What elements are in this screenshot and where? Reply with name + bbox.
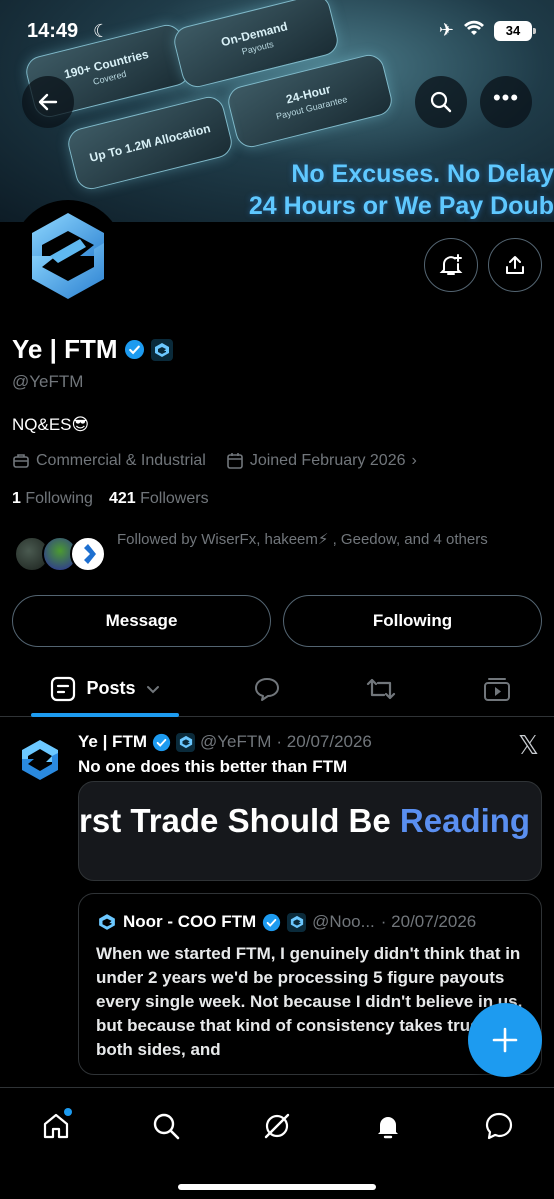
tab-reposts[interactable] <box>356 660 406 717</box>
followers-link[interactable]: 421 Followers <box>109 490 209 508</box>
status-bar: 14:49 ☾ ✈ 34 <box>0 0 554 62</box>
message-button[interactable]: Message <box>12 595 271 647</box>
chat-icon <box>485 1112 513 1140</box>
nav-home[interactable] <box>36 1106 76 1146</box>
wifi-icon <box>463 20 485 41</box>
nav-messages[interactable] <box>479 1106 519 1146</box>
post-link-card[interactable]: rst Trade Should Be Reading <box>78 781 542 881</box>
quoted-author-name: Noor - COO FTM <box>123 912 257 931</box>
nav-grok[interactable] <box>257 1106 297 1146</box>
avatar[interactable] <box>12 200 124 312</box>
affiliate-logo-icon <box>287 912 307 932</box>
airplane-icon: ✈ <box>438 20 454 40</box>
post-date: · 20/07/2026 <box>276 732 372 751</box>
post-author-handle: @YeFTM <box>200 732 272 751</box>
profile-joined: Joined February 2026 <box>249 452 406 469</box>
verified-badge-icon <box>263 913 281 931</box>
tab-posts-label: Posts <box>86 678 136 698</box>
affiliate-logo-icon[interactable] <box>150 338 173 361</box>
more-button[interactable]: ••• <box>480 76 532 128</box>
media-icon <box>484 677 510 701</box>
nav-notifications[interactable] <box>368 1106 408 1146</box>
plus-icon <box>492 1027 518 1053</box>
calendar-icon <box>227 453 243 469</box>
follow-stats: 1 Following 421 Followers <box>12 490 209 508</box>
quoted-post-header: Noor - COO FTM @Noo... · 20/07/2026 <box>97 912 476 932</box>
following-link[interactable]: 1 Following <box>12 490 93 508</box>
profile-meta: Commercial & Industrial Joined February … <box>12 452 417 470</box>
share-button[interactable] <box>488 238 542 292</box>
banner-headline-1: No Excuses. No Delay <box>291 160 554 188</box>
profile-bio: NQ&ES😎 <box>12 415 90 434</box>
profile-name-text: Ye | FTM <box>12 334 118 364</box>
ftm-logo-icon <box>22 740 58 780</box>
home-indicator <box>178 1184 376 1190</box>
tab-replies[interactable] <box>242 660 292 717</box>
back-button[interactable] <box>22 76 74 128</box>
notification-subscribe-button[interactable] <box>424 238 478 292</box>
following-button[interactable]: Following <box>283 595 542 647</box>
avatar <box>70 536 106 572</box>
battery-icon: 34 <box>494 20 536 41</box>
arrow-left-icon <box>38 93 58 111</box>
more-icon: ••• <box>492 85 520 110</box>
bell-icon <box>378 1117 398 1139</box>
post-header: Ye | FTM @YeFTM · 20/07/2026 <box>78 732 372 752</box>
search-button[interactable] <box>415 76 467 128</box>
chevron-down-icon <box>146 685 159 693</box>
verified-badge-icon[interactable] <box>124 339 145 360</box>
active-tab-indicator <box>31 713 179 717</box>
unread-dot <box>64 1108 72 1116</box>
repost-icon <box>366 678 396 699</box>
chevron-right-icon[interactable]: › <box>411 452 416 470</box>
verified-badge-icon <box>152 733 171 751</box>
compose-button[interactable] <box>468 1003 542 1077</box>
ftm-logo-icon <box>32 213 104 299</box>
profile-handle: @YeFTM <box>12 372 84 391</box>
post-author-avatar[interactable] <box>18 738 62 782</box>
nav-search[interactable] <box>146 1106 186 1146</box>
profile-tabs: Posts <box>0 660 554 717</box>
profile-name: Ye | FTM <box>12 334 173 365</box>
tab-posts[interactable]: Posts <box>31 660 179 717</box>
x-logo-icon: 𝕏 <box>518 730 539 760</box>
followed-by-text[interactable]: Followed by WiserFx, hakeem⚡ , Geedow, a… <box>117 528 517 552</box>
posts-icon <box>51 676 76 701</box>
profile-category: Commercial & Industrial <box>36 452 206 469</box>
briefcase-icon <box>13 454 29 468</box>
search-icon <box>153 1113 180 1140</box>
moon-icon: ☾ <box>93 21 110 41</box>
link-card-title: rst Trade Should Be Reading <box>79 802 531 839</box>
quoted-author-handle: @Noo... <box>312 912 375 931</box>
grok-icon <box>264 1113 290 1139</box>
bell-plus-icon <box>439 254 463 275</box>
quoted-author-avatar <box>97 912 117 932</box>
post-text: No one does this better than FTM <box>78 757 348 776</box>
status-time: 14:49 <box>27 20 79 42</box>
tab-media[interactable] <box>472 660 522 717</box>
banner-tile-allocation: Up To 1.2M Allocation <box>64 93 236 193</box>
banner-headline-2: 24 Hours or We Pay Doub <box>248 192 554 220</box>
share-icon <box>506 256 524 274</box>
post-author-name[interactable]: Ye | FTM <box>78 732 147 752</box>
reply-icon <box>255 677 279 701</box>
quoted-post-date: · 20/07/2026 <box>380 912 477 931</box>
bottom-navigation <box>0 1087 554 1199</box>
search-icon <box>430 91 452 113</box>
followed-by-avatars[interactable] <box>14 536 106 574</box>
affiliate-logo-icon <box>176 732 195 752</box>
